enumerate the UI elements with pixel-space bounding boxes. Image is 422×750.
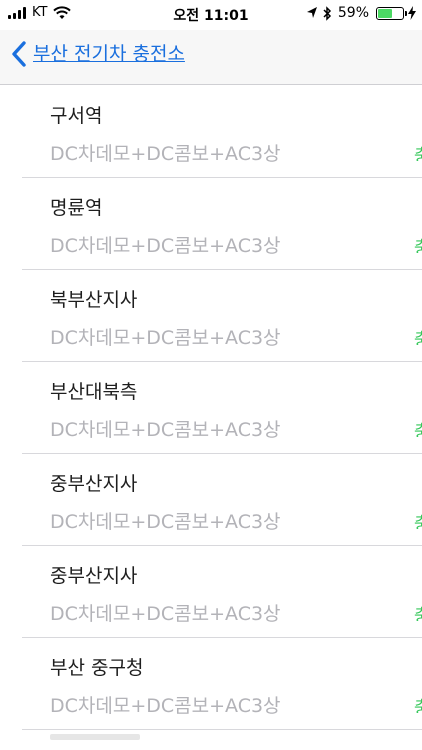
- back-button-label[interactable]: 부산 전기차 충전소: [33, 40, 185, 68]
- station-charger-type: DC차데모+DC콤보+AC3상: [50, 511, 281, 533]
- station-row[interactable]: 명륜역 DC차데모+DC콤보+AC3상 충: [22, 178, 422, 270]
- bluetooth-icon: [323, 5, 331, 21]
- station-status: 충: [414, 233, 422, 253]
- station-row[interactable]: 북부산지사 DC차데모+DC콤보+AC3상 충: [22, 270, 422, 362]
- station-name: 부산대북측: [50, 381, 138, 403]
- back-button[interactable]: 부산 전기차 충전소: [10, 40, 185, 68]
- station-charger-type: DC차데모+DC콤보+AC3상: [50, 695, 281, 717]
- station-name: 구서역: [50, 105, 103, 127]
- battery-icon: [376, 6, 407, 20]
- station-status: 충: [414, 601, 422, 621]
- station-status-text: 충: [414, 698, 422, 713]
- station-status: 충: [414, 141, 422, 161]
- station-status-text: 충: [414, 514, 422, 529]
- partial-row-peek: [50, 734, 140, 740]
- station-status-text: 충: [414, 238, 422, 253]
- location-arrow-icon: [306, 7, 317, 18]
- chevron-left-icon: [12, 41, 26, 67]
- station-charger-type: DC차데모+DC콤보+AC3상: [50, 327, 281, 349]
- station-name: 북부산지사: [50, 289, 138, 311]
- station-row[interactable]: 중부산지사 DC차데모+DC콤보+AC3상 충: [22, 546, 422, 638]
- station-charger-type: DC차데모+DC콤보+AC3상: [50, 603, 281, 625]
- station-status: 충: [414, 693, 422, 713]
- station-charger-type: DC차데모+DC콤보+AC3상: [50, 419, 281, 441]
- station-status-text: 충: [414, 146, 422, 161]
- station-row[interactable]: 부산대북측 DC차데모+DC콤보+AC3상 충: [22, 362, 422, 454]
- station-status-text: 충: [414, 422, 422, 437]
- station-row[interactable]: 부산 중구청 DC차데모+DC콤보+AC3상 충: [22, 638, 422, 730]
- station-list: 구서역 DC차데모+DC콤보+AC3상 충 명륜역 DC차데모+DC콤보+AC3…: [0, 86, 422, 740]
- station-name: 중부산지사: [50, 565, 138, 587]
- station-charger-type: DC차데모+DC콤보+AC3상: [50, 235, 281, 257]
- station-name: 부산 중구청: [50, 657, 144, 679]
- station-status: 충: [414, 417, 422, 437]
- station-status-text: 충: [414, 330, 422, 345]
- battery-percent: 59%: [337, 5, 369, 21]
- battery-fill: [378, 8, 393, 18]
- status-bar: KT 오전 11:01 59%: [0, 0, 422, 30]
- station-row[interactable]: 구서역 DC차데모+DC콤보+AC3상 충: [22, 86, 422, 178]
- station-status: 충: [414, 325, 422, 345]
- station-name: 명륜역: [50, 197, 103, 219]
- station-charger-type: DC차데모+DC콤보+AC3상: [50, 143, 281, 165]
- station-name: 중부산지사: [50, 473, 138, 495]
- navigation-bar: 부산 전기차 충전소: [0, 30, 422, 85]
- station-status: 충: [414, 509, 422, 529]
- station-status-text: 충: [414, 606, 422, 621]
- charging-bolt-icon: [408, 6, 416, 20]
- station-row[interactable]: 중부산지사 DC차데모+DC콤보+AC3상 충: [22, 454, 422, 546]
- status-right: 59%: [306, 5, 416, 21]
- station-row-partial: [22, 730, 422, 740]
